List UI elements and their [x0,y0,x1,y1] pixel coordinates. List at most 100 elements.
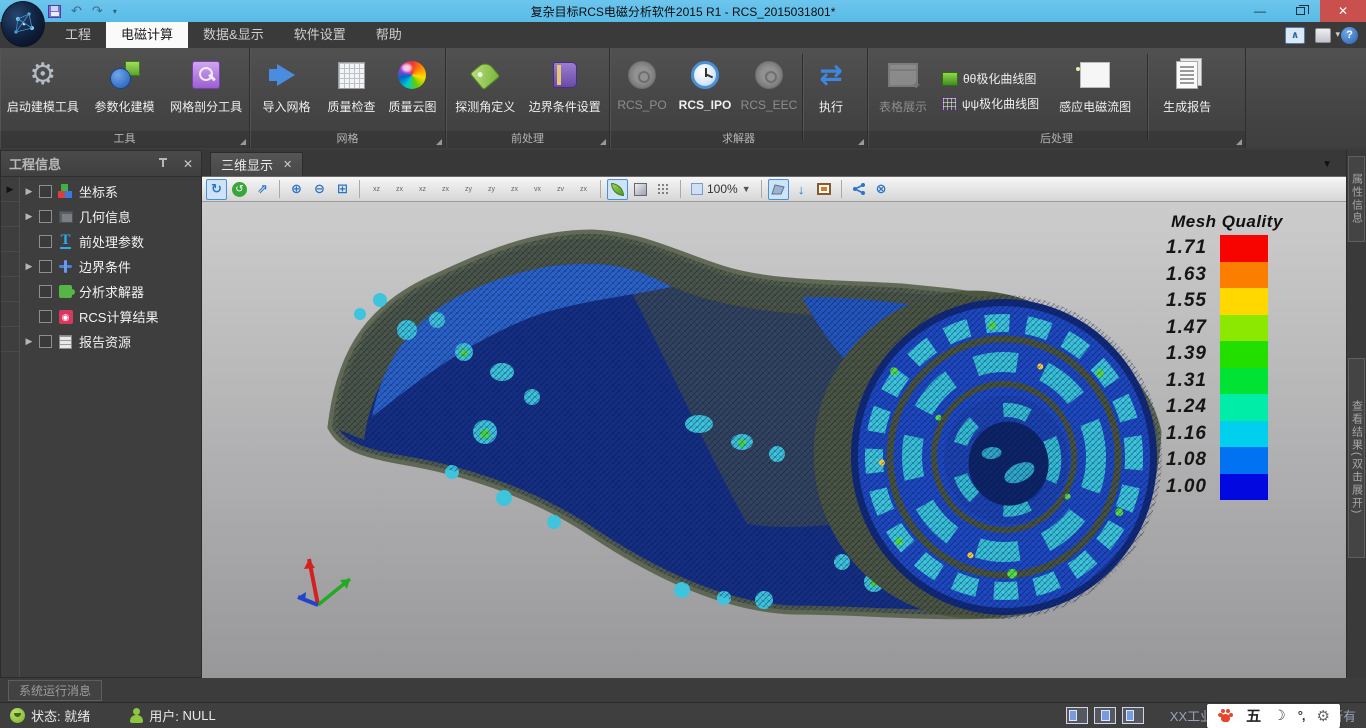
dialog-launcher-icon[interactable] [436,139,442,145]
checkbox[interactable] [39,310,52,323]
3d-viewport[interactable]: Mesh Quality 1.71 1.63 1.55 1.47 1.39 1.… [202,202,1346,678]
pan-arrow-button[interactable]: ⇗ [252,179,273,200]
view-preset-button[interactable]: xz [368,186,385,193]
checkbox[interactable] [39,185,52,198]
rcs-ipo-button[interactable]: RCS_IPO [672,52,738,130]
view-preset-button[interactable]: zx [506,186,523,193]
layout-right-button[interactable] [1122,707,1144,724]
view-preset-button[interactable]: vx [529,186,546,193]
tab-project[interactable]: 工程 [50,22,106,48]
probe-angle-button[interactable]: 探测角定义 [448,52,523,130]
opacity-select[interactable]: 100% ▼ [687,182,755,196]
quality-check-button[interactable]: 质量检查 [321,52,382,130]
drop-down-view-button[interactable]: ↓ [791,179,812,200]
tab-help[interactable]: 帮助 [361,22,417,48]
checkbox[interactable] [39,260,52,273]
dialog-launcher-icon[interactable] [1236,139,1242,145]
flow-share-button[interactable] [848,179,869,200]
orbit-rotate-button[interactable]: ↻ [206,179,227,200]
points-view-button[interactable] [653,179,674,200]
mesh-partition-tool-button[interactable]: 网格剖分工具 [165,52,247,130]
zoom-out-button[interactable]: ⊖ [309,179,330,200]
layers-button[interactable] [814,179,835,200]
tab-3d-display[interactable]: 三维显示 ✕ [210,152,303,176]
wireframe-view-button[interactable] [630,179,651,200]
dialog-launcher-icon[interactable] [600,139,606,145]
tab-settings[interactable]: 软件设置 [279,22,361,48]
ime-fullhalf-icon[interactable]: ☽ [1273,707,1286,724]
ime-punct-icon[interactable]: °, [1298,708,1305,723]
checkbox[interactable] [39,285,52,298]
boundary-settings-button[interactable]: 边界条件设置 [523,52,607,130]
view-preset-button[interactable]: xz [414,186,431,193]
document-area: 三维显示 ✕ ▼ ↻ ↺ ⇗ ⊕ ⊖ ⊞ xz zx xz zx zy zy z… [202,150,1346,678]
ime-brand-icon[interactable] [1217,708,1234,723]
import-mesh-button[interactable]: 导入网格 [252,52,321,130]
layout-left-button[interactable] [1066,707,1088,724]
quality-cloud-button[interactable]: 质量云图 [382,52,443,130]
ime-settings-icon[interactable]: ⚙ [1317,707,1330,725]
expander-icon[interactable]: ▶ [24,186,34,197]
tab-list-dropdown-icon[interactable]: ▼ [1322,159,1332,170]
tree-item-boundary-conditions[interactable]: ▶ 边界条件 [20,254,201,279]
close-view-button[interactable]: ⊗ [871,179,892,200]
panel-close-icon[interactable]: ✕ [183,157,193,171]
checkbox[interactable] [39,210,52,223]
zoom-in-button[interactable]: ⊕ [286,179,307,200]
style-selector-icon[interactable] [1315,28,1331,43]
restore-button[interactable] [1280,0,1320,22]
tree-item-geometry-info[interactable]: ▶ 几何信息 [20,204,201,229]
parametric-modeling-button[interactable]: 参数化建模 [84,52,166,130]
wrench-icon [192,61,220,89]
minimize-button[interactable]: — [1240,0,1280,22]
shaded-square-icon [634,183,647,196]
view-preset-button[interactable]: zv [552,186,569,193]
view-preset-button[interactable]: zx [437,186,454,193]
tree-item-coordinate-system[interactable]: ▶ 坐标系 [20,179,201,204]
separator [802,54,803,140]
refresh-view-button[interactable]: ↺ [229,179,250,200]
clip-plane-button[interactable] [768,179,789,200]
psi-polarization-curve-button[interactable]: ψψ极化曲线图 [942,95,1039,112]
book-icon [553,62,577,88]
system-message-tab[interactable]: 系统运行消息 [8,680,102,701]
execute-button[interactable]: ⇄ 执行 [805,52,857,130]
induced-current-map-button[interactable]: 感应电磁流图 [1045,52,1145,130]
launch-modeling-tool-button[interactable]: ⚙ 启动建模工具 [2,52,84,130]
document-tab-bar: 三维显示 ✕ ▼ [202,150,1346,176]
tab-close-icon[interactable]: ✕ [283,158,292,171]
view-preset-button[interactable]: zy [460,186,477,193]
checkbox[interactable] [39,235,52,248]
expander-icon[interactable]: ▶ [24,261,34,272]
generate-report-button[interactable]: 生成报告 [1150,52,1224,130]
tree-item-preprocess-params[interactable]: T 前处理参数 [20,229,201,254]
dialog-launcher-icon[interactable] [858,139,864,145]
checkbox[interactable] [39,335,52,348]
shaded-view-button[interactable] [607,179,628,200]
tree-item-report-resources[interactable]: ▶ 报告资源 [20,329,201,354]
help-icon[interactable]: ? [1341,27,1358,44]
view-preset-button[interactable]: zy [483,186,500,193]
zoom-fit-button[interactable]: ⊞ [332,179,353,200]
tree-item-analysis-solver[interactable]: 分析求解器 [20,279,201,304]
ribbon-collapse-icon[interactable]: ∧ [1285,27,1305,44]
view-preset-button[interactable]: zx [575,186,592,193]
app-logo[interactable] [1,1,45,47]
expander-icon[interactable]: ▶ [24,211,34,222]
tab-em-compute[interactable]: 电磁计算 [106,22,188,48]
ribbon-group-tools: ⚙ 启动建模工具 参数化建模 网格剖分工具 工具 [0,48,250,148]
close-button[interactable]: ✕ [1320,0,1366,22]
ime-mode-label[interactable]: 五 [1246,705,1261,726]
ime-toolbar[interactable]: 五 ☽ °, ⚙ [1207,704,1340,728]
side-tab-view-results[interactable]: 查看结果(双击展开) [1348,358,1365,558]
view-preset-button[interactable]: zx [391,186,408,193]
pin-icon[interactable] [157,158,169,170]
legend-swatch [1220,288,1268,315]
expander-icon[interactable]: ▶ [24,336,34,347]
side-tab-properties[interactable]: 属性信息 [1348,156,1365,242]
dialog-launcher-icon[interactable] [240,139,246,145]
theta-polarization-curve-button[interactable]: θθ极化曲线图 [942,70,1039,87]
layout-center-button[interactable] [1094,707,1116,724]
tab-data-display[interactable]: 数据&显示 [188,22,279,48]
tree-item-rcs-results[interactable]: ◉ RCS计算结果 [20,304,201,329]
